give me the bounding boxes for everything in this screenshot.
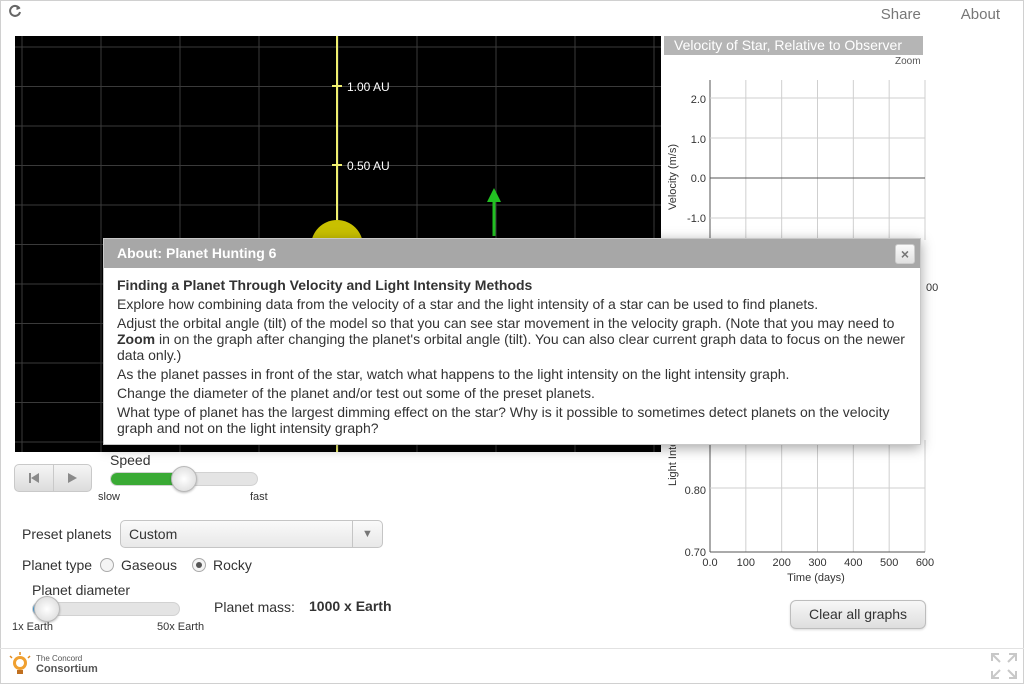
velocity-graph-title: Velocity of Star, Relative to Observer [664, 36, 923, 55]
top-nav: Share About [881, 6, 1000, 23]
arrow-head-icon [487, 188, 501, 202]
dialog-paragraph: Explore how combining data from the velo… [117, 296, 819, 312]
diameter-max-label: 50x Earth [157, 621, 205, 633]
x-tick-labels: 0.0 100 200 300 400 500 600 [702, 557, 934, 569]
dialog-title: About: Planet Hunting 6 [117, 245, 277, 261]
speed-slider-knob[interactable] [171, 466, 197, 492]
reload-icon[interactable] [8, 4, 22, 22]
planet-mass-label: Planet mass: [214, 599, 295, 615]
x-tick-label: 300 [808, 557, 826, 569]
dialog-paragraph: Adjust the orbital angle (tilt) of the m… [117, 315, 907, 363]
planet-mass-value: 1000 x Earth [309, 598, 392, 614]
play-button[interactable] [54, 465, 92, 491]
about-dialog: About: Planet Hunting 6 × Finding a Plan… [103, 238, 921, 445]
x-tick-label: 600 [916, 557, 934, 569]
y-tick-label: 0.0 [691, 173, 706, 185]
dialog-body: Finding a Planet Through Velocity and Li… [104, 268, 920, 436]
skip-back-icon [28, 473, 39, 483]
logo-line-2: Consortium [36, 663, 98, 675]
reset-button[interactable] [15, 465, 54, 491]
diameter-min-label: 1x Earth [12, 621, 53, 633]
lightbulb-icon [9, 652, 31, 674]
dialog-paragraph: As the planet passes in front of the sta… [117, 366, 790, 382]
footer-divider [0, 648, 1024, 649]
playback-controls [14, 464, 92, 492]
time-axis-label: Time (days) [787, 572, 845, 584]
chevron-down-icon[interactable]: ▼ [352, 521, 382, 547]
speed-fast-label: fast [250, 491, 268, 503]
diameter-slider-knob[interactable] [33, 596, 60, 622]
concord-logo[interactable]: The Concord Consortium [8, 652, 98, 676]
partial-tick-label: 00 [926, 282, 938, 294]
dialog-text: in on the graph after changing the plane… [117, 331, 905, 363]
preset-selected-value: Custom [129, 526, 178, 542]
gaseous-radio-label[interactable]: Gaseous [121, 557, 177, 573]
dialog-heading: Finding a Planet Through Velocity and Li… [117, 277, 533, 293]
x-tick-label: 400 [844, 557, 862, 569]
velocity-axis-label: Velocity (m/s) [667, 144, 679, 210]
clear-all-graphs-button[interactable]: Clear all graphs [790, 600, 926, 629]
fullscreen-icon[interactable] [990, 652, 1018, 685]
tick-label: 1.00 AU [347, 80, 390, 94]
planet-type-label: Planet type [22, 557, 93, 573]
gaseous-radio[interactable] [100, 558, 114, 572]
dialog-text: Adjust the orbital angle (tilt) of the m… [117, 315, 895, 331]
y-tick-label: -1.0 [687, 213, 706, 225]
speed-slow-label: slow [98, 491, 121, 503]
speed-label: Speed [110, 452, 151, 468]
dialog-header: About: Planet Hunting 6 × [104, 239, 920, 268]
x-tick-label: 100 [737, 557, 755, 569]
x-tick-label: 200 [772, 557, 790, 569]
rocky-radio-label[interactable]: Rocky [213, 557, 252, 573]
tick-label: 0.50 AU [347, 159, 390, 173]
close-icon[interactable]: × [895, 244, 915, 264]
about-link[interactable]: About [961, 6, 1000, 23]
y-tick-label: 1.0 [691, 134, 706, 146]
dialog-paragraph: Change the diameter of the planet and/or… [117, 385, 595, 401]
rocky-radio[interactable] [192, 558, 206, 572]
play-icon [68, 473, 78, 483]
y-tick-label: 0.80 [685, 485, 706, 497]
preset-planets-label: Preset planets [22, 526, 112, 542]
x-tick-label: 500 [880, 557, 898, 569]
share-link[interactable]: Share [881, 6, 921, 23]
zoom-emphasis: Zoom [117, 331, 156, 347]
preset-planets-select[interactable]: Custom ▼ [120, 520, 383, 548]
light-axis-label: Light Inte [667, 441, 679, 486]
dialog-paragraph: What type of planet has the largest dimm… [117, 404, 890, 436]
x-tick-label: 0.0 [702, 557, 717, 569]
y-tick-label: 2.0 [691, 94, 706, 106]
